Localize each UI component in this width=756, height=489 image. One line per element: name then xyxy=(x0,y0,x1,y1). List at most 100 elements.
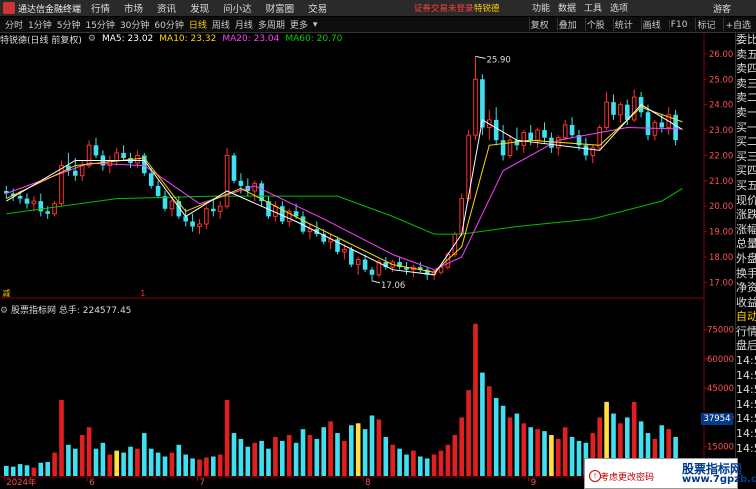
volume-bar[interactable] xyxy=(286,435,292,476)
volume-bar[interactable] xyxy=(52,452,57,476)
candle-body[interactable] xyxy=(528,132,533,141)
candle-body[interactable] xyxy=(631,96,637,121)
volume-bar[interactable] xyxy=(342,440,347,476)
volume-bar[interactable] xyxy=(114,450,119,476)
volume-bar[interactable] xyxy=(66,444,71,476)
volume-bar[interactable] xyxy=(148,448,154,476)
volume-bar[interactable] xyxy=(162,456,168,476)
candle-body[interactable] xyxy=(52,203,57,215)
candle-body[interactable] xyxy=(197,223,202,228)
candle-body[interactable] xyxy=(148,173,154,186)
candle-body[interactable] xyxy=(569,124,575,136)
volume-bar[interactable] xyxy=(535,429,540,476)
candle-body[interactable] xyxy=(24,198,30,204)
volume-bar[interactable] xyxy=(17,464,23,476)
volume-bar[interactable] xyxy=(418,456,423,476)
volume-bar[interactable] xyxy=(569,436,575,476)
volume-bar[interactable] xyxy=(93,448,99,476)
candle-body[interactable] xyxy=(217,205,223,212)
volume-bar[interactable] xyxy=(480,372,485,476)
volume-bar[interactable] xyxy=(397,448,402,476)
volume-bar[interactable] xyxy=(549,435,554,476)
volume-bar[interactable] xyxy=(445,444,451,476)
volume-bar[interactable] xyxy=(335,433,340,476)
volume-bar[interactable] xyxy=(245,446,251,476)
volume-bar[interactable] xyxy=(493,397,499,476)
volume-bar[interactable] xyxy=(562,427,568,476)
candle-body[interactable] xyxy=(86,144,92,167)
candle-body[interactable] xyxy=(369,269,375,275)
event-marker[interactable]: 1 xyxy=(140,289,145,298)
candle-body[interactable] xyxy=(611,102,616,115)
candle-body[interactable] xyxy=(604,101,609,129)
candle-body[interactable] xyxy=(659,122,665,128)
volume-bar[interactable] xyxy=(24,465,30,476)
candle-body[interactable] xyxy=(342,248,347,253)
volume-bar[interactable] xyxy=(204,457,209,476)
volume-bar[interactable] xyxy=(487,386,492,476)
volume-bar[interactable] xyxy=(576,440,582,476)
candle-body[interactable] xyxy=(121,152,126,158)
volume-bar[interactable] xyxy=(100,442,106,476)
volume-bar[interactable] xyxy=(452,435,458,476)
candle-body[interactable] xyxy=(583,145,589,156)
volume-bar[interactable] xyxy=(459,417,464,476)
volume-bar[interactable] xyxy=(107,454,113,476)
candle-body[interactable] xyxy=(493,119,499,141)
volume-bar[interactable] xyxy=(273,436,278,476)
candle-body[interactable] xyxy=(17,196,23,199)
candle-body[interactable] xyxy=(535,129,540,141)
candle-body[interactable] xyxy=(562,124,568,139)
candle-body[interactable] xyxy=(645,112,651,136)
candle-body[interactable] xyxy=(155,185,161,197)
volume-bar[interactable] xyxy=(280,440,285,476)
candle-body[interactable] xyxy=(162,196,168,209)
volume-bar[interactable] xyxy=(307,435,313,476)
volume-bar[interactable] xyxy=(238,438,244,476)
volume-bar[interactable] xyxy=(293,442,299,476)
event-marker[interactable]: 减 xyxy=(2,288,10,298)
volume-bar[interactable] xyxy=(183,454,188,476)
volume-bar[interactable] xyxy=(259,440,264,476)
volume-bar[interactable] xyxy=(424,458,430,476)
volume-bar[interactable] xyxy=(38,462,44,476)
volume-bar[interactable] xyxy=(507,417,513,476)
candle-body[interactable] xyxy=(362,259,368,270)
candle-body[interactable] xyxy=(438,266,444,273)
candle-body[interactable] xyxy=(542,130,547,138)
candle-body[interactable] xyxy=(521,132,527,146)
volume-bar[interactable] xyxy=(528,427,533,476)
candle-body[interactable] xyxy=(231,155,237,181)
candle-body[interactable] xyxy=(349,249,354,265)
volume-bar[interactable] xyxy=(10,466,16,476)
volume-bar[interactable] xyxy=(473,323,478,476)
volume-bar[interactable] xyxy=(438,450,444,476)
password-note[interactable]: 考虑更改密码 xyxy=(600,470,654,483)
volume-bar[interactable] xyxy=(224,399,230,476)
price-volume-chart[interactable]: 25.9017.06减1财 26.0025.0024.0023.0022.002… xyxy=(0,0,735,487)
volume-bar[interactable] xyxy=(314,438,320,476)
candle-body[interactable] xyxy=(211,208,216,212)
volume-bar[interactable] xyxy=(86,427,92,476)
candle-body[interactable] xyxy=(79,165,85,177)
volume-bar[interactable] xyxy=(31,467,37,476)
volume-bar[interactable] xyxy=(211,456,216,476)
candle-body[interactable] xyxy=(31,200,37,205)
volume-bar[interactable] xyxy=(521,423,527,476)
volume-bar[interactable] xyxy=(542,431,547,476)
volume-bar[interactable] xyxy=(190,458,195,476)
volume-bar[interactable] xyxy=(217,454,223,476)
candle-body[interactable] xyxy=(618,104,623,116)
candle-body[interactable] xyxy=(224,154,230,207)
candle-body[interactable] xyxy=(169,200,175,210)
candle-body[interactable] xyxy=(204,208,209,225)
candle-body[interactable] xyxy=(514,140,520,146)
volume-bar[interactable] xyxy=(390,444,395,476)
volume-bar[interactable] xyxy=(321,427,326,476)
volume-bar[interactable] xyxy=(135,448,140,476)
volume-bar[interactable] xyxy=(500,405,506,476)
volume-bar[interactable] xyxy=(176,444,182,476)
volume-bar[interactable] xyxy=(328,421,333,476)
volume-bar[interactable] xyxy=(431,454,437,476)
volume-bar[interactable] xyxy=(4,465,9,476)
